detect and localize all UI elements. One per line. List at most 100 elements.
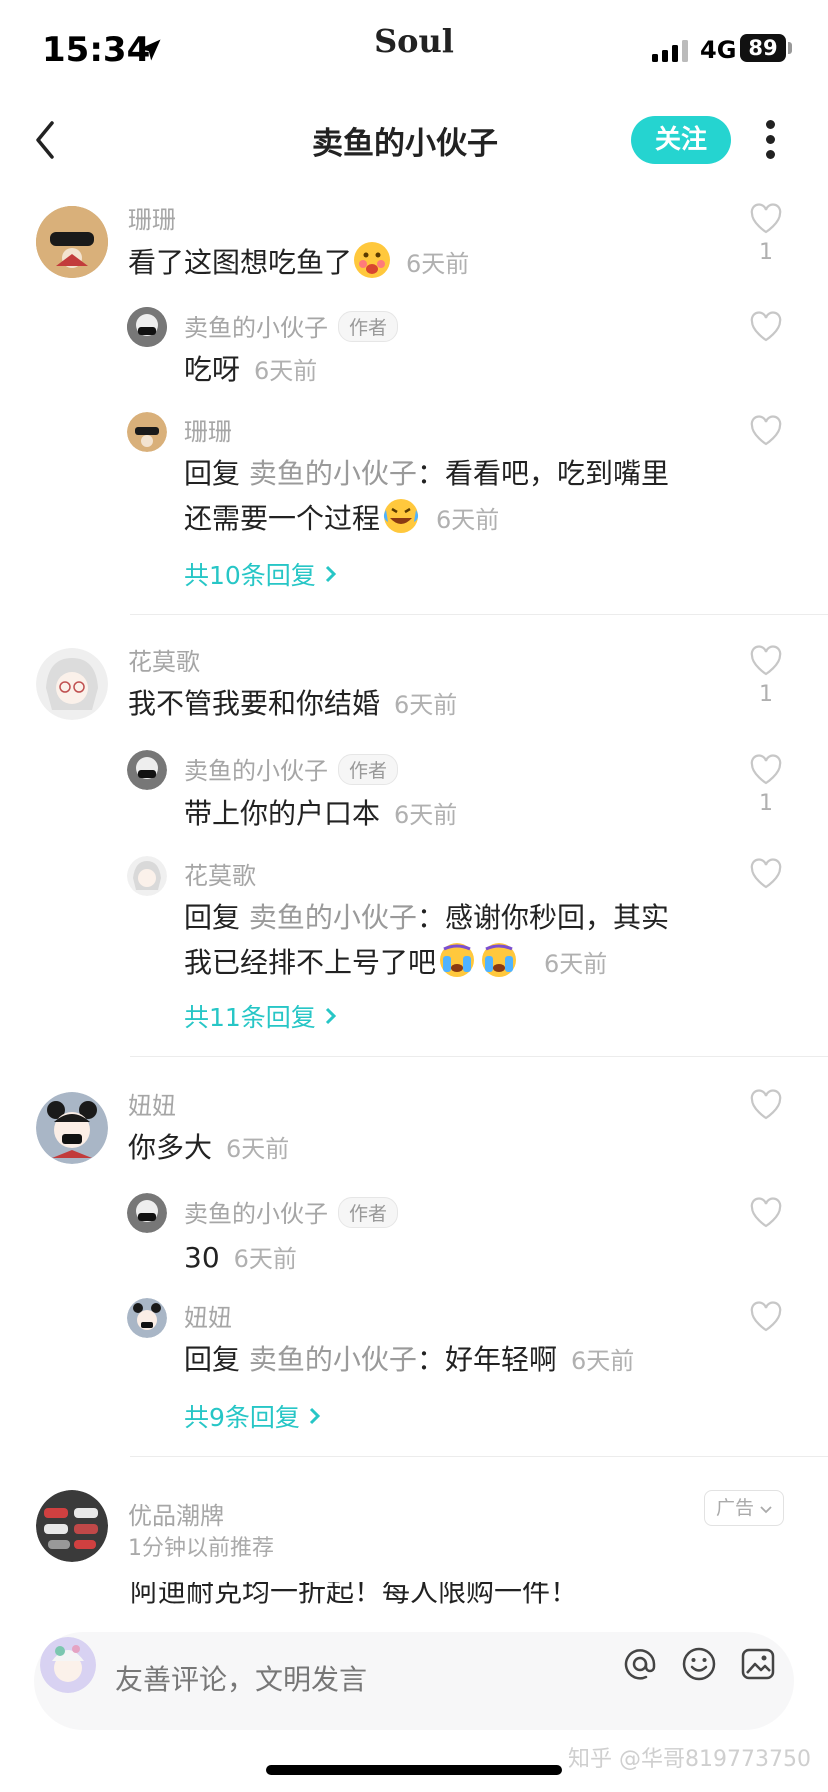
divider (130, 1056, 828, 1057)
divider (130, 614, 828, 615)
page-title: 卖鱼的小伙子 (312, 126, 498, 162)
emoji-smile-icon[interactable] (681, 1646, 717, 1682)
ad-author[interactable]: 优品潮牌 (128, 1496, 224, 1531)
reply-time: 6天前 (254, 357, 318, 385)
comment-body: 看了这图想吃鱼了 (128, 246, 353, 279)
crying-emoji-icon (436, 940, 478, 993)
reply-body: ：感谢你秒回，其实 (416, 901, 669, 934)
mention-at-icon[interactable] (622, 1646, 658, 1682)
reply-text-line2: 还需要一个过程 6天前 (184, 496, 499, 549)
battery-icon: 89 (740, 34, 786, 62)
avatar[interactable] (127, 307, 167, 347)
ad-tag-label: 广告 (715, 1497, 754, 1519)
comment-author[interactable]: 珊珊 (128, 200, 176, 235)
reply-body: ：看看吧，吃到嘴里 (416, 457, 669, 490)
signal-icon (652, 40, 688, 62)
avatar[interactable] (127, 1193, 167, 1233)
like-heart-icon[interactable] (749, 858, 783, 890)
reply-author-name[interactable]: 卖鱼的小伙子 (184, 314, 328, 342)
reply-time: 6天前 (394, 801, 458, 829)
ad-text: 阿迪耐克均一折起！每人限购一件！ (130, 1582, 770, 1606)
chevron-right-icon (309, 1407, 320, 1425)
comment-input[interactable]: 友善评论，文明发言 (115, 1650, 367, 1710)
reply-target-name[interactable]: 卖鱼的小伙子 (249, 457, 417, 490)
like-heart-icon[interactable] (749, 1197, 783, 1229)
reply-body: 我已经排不上号了吧 (184, 946, 437, 979)
reply-body: 还需要一个过程 (184, 502, 381, 535)
view-more-replies-link[interactable]: 共11条回复 (184, 998, 338, 1034)
avatar[interactable] (127, 750, 167, 790)
view-more-replies-link[interactable]: 共9条回复 (184, 1398, 322, 1434)
reply-body: 30 (184, 1241, 220, 1274)
avatar[interactable] (127, 412, 167, 452)
reply-time: 6天前 (436, 506, 500, 534)
reply-target-name[interactable]: 卖鱼的小伙子 (249, 901, 417, 934)
chevron-down-icon (760, 1506, 772, 1514)
more-replies-label[interactable]: 共11条回复 (184, 1003, 316, 1032)
view-more-replies-link[interactable]: 共10条回复 (184, 556, 338, 592)
comment-time: 6天前 (394, 691, 458, 719)
reply-prefix: 回复 (184, 457, 241, 490)
reply-author[interactable]: 妞妞 (184, 1298, 232, 1333)
home-indicator[interactable] (266, 1765, 562, 1775)
reply-author: 卖鱼的小伙子 作者 (184, 1194, 399, 1229)
reply-target-name[interactable]: 卖鱼的小伙子 (249, 1343, 417, 1376)
like-count: 1 (759, 682, 773, 707)
chevron-right-icon (325, 565, 336, 583)
reply-author: 卖鱼的小伙子 作者 (184, 308, 399, 343)
like-heart-icon[interactable] (749, 1089, 783, 1121)
comment-text: 看了这图想吃鱼了 6天前 (128, 240, 469, 293)
reply-prefix: 回复 (184, 901, 241, 934)
reply-time: 6天前 (544, 950, 608, 978)
reply-text: 吃呀 6天前 (184, 348, 317, 393)
reply-text: 带上你的户口本 6天前 (184, 792, 457, 837)
my-avatar[interactable] (40, 1637, 96, 1693)
reply-text-line1: 回复 卖鱼的小伙子：看看吧，吃到嘴里 (184, 452, 669, 496)
avatar[interactable] (127, 1298, 167, 1338)
reply-text-line1: 回复 卖鱼的小伙子：好年轻啊 6天前 (184, 1338, 634, 1383)
chevron-right-icon (325, 1007, 336, 1025)
more-replies-label[interactable]: 共10条回复 (184, 561, 316, 590)
reply-time: 6天前 (233, 1245, 297, 1273)
like-heart-icon[interactable] (749, 415, 783, 447)
reply-author[interactable]: 珊珊 (184, 412, 232, 447)
ad-body: 阿迪耐克均一折起！每人限购一件！ (130, 1582, 579, 1606)
more-options-icon[interactable] (766, 120, 776, 165)
reply-author-name[interactable]: 卖鱼的小伙子 (184, 1200, 328, 1228)
like-heart-icon[interactable] (749, 311, 783, 343)
reply-author-name[interactable]: 卖鱼的小伙子 (184, 757, 328, 785)
image-picker-icon[interactable] (740, 1646, 776, 1682)
comment-time: 6天前 (406, 250, 470, 278)
avatar[interactable] (36, 206, 108, 278)
reply-body: 带上你的户口本 (184, 797, 381, 830)
back-chevron-icon[interactable] (34, 120, 56, 160)
like-heart-icon[interactable] (749, 1301, 783, 1333)
reply-text-line2: 我已经排不上号了吧 6天前 (184, 940, 607, 993)
like-count: 1 (759, 791, 773, 816)
author-badge: 作者 (338, 1197, 399, 1228)
author-badge: 作者 (338, 754, 399, 785)
more-replies-label[interactable]: 共9条回复 (184, 1403, 300, 1432)
like-heart-icon[interactable] (749, 203, 783, 235)
battery-tip (788, 42, 792, 54)
reply-author[interactable]: 花莫歌 (184, 856, 256, 891)
reply-text-line1: 回复 卖鱼的小伙子：感谢你秒回，其实 (184, 896, 669, 940)
comment-text: 我不管我要和你结婚 6天前 (128, 682, 457, 727)
watermark: 知乎 @华哥819773750 (568, 1747, 811, 1772)
ad-tag-dropdown[interactable]: 广告 (704, 1490, 784, 1526)
avatar[interactable] (36, 648, 108, 720)
avatar[interactable] (36, 1092, 108, 1164)
comment-text: 你多大 6天前 (128, 1126, 289, 1171)
like-heart-icon[interactable] (749, 754, 783, 786)
like-heart-icon[interactable] (749, 645, 783, 677)
avatar[interactable] (36, 1490, 108, 1562)
author-badge: 作者 (338, 311, 399, 342)
comment-author[interactable]: 花莫歌 (128, 642, 200, 677)
comment-body: 你多大 (128, 1131, 213, 1164)
follow-button[interactable]: 关注 (631, 116, 731, 164)
avatar[interactable] (127, 856, 167, 896)
network-type: 4G (700, 36, 737, 64)
reply-body: ：好年轻啊 (416, 1343, 557, 1376)
ad-subtitle: 1分钟以前推荐 (128, 1536, 274, 1561)
comment-author[interactable]: 妞妞 (128, 1086, 176, 1121)
